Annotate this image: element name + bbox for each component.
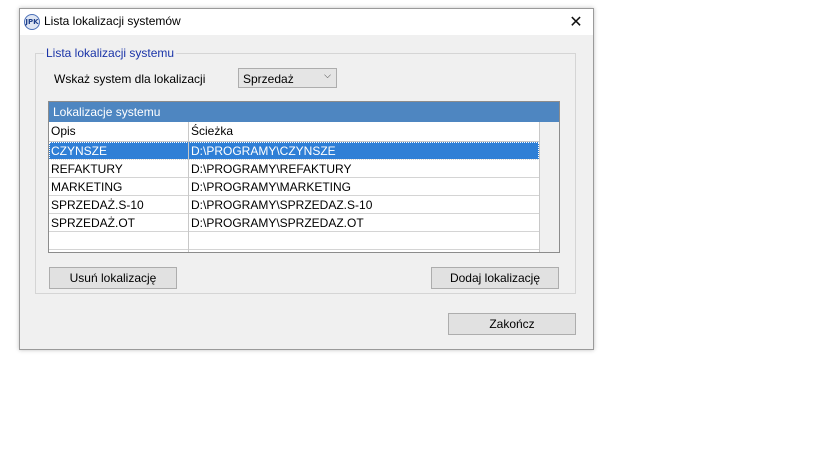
panel-title: Lokalizacje systemu (53, 105, 161, 119)
groupbox-legend: Lista lokalizacji systemu (44, 46, 177, 60)
add-location-button[interactable]: Dodaj lokalizację (431, 267, 559, 289)
vertical-scrollbar[interactable] (539, 122, 559, 252)
remove-location-button[interactable]: Usuń lokalizację (49, 267, 177, 289)
table-row[interactable]: CZYNSZE D:\PROGRAMY\CZYNSZE (49, 142, 539, 160)
cell-description: REFAKTURY (51, 162, 123, 176)
column-header-description[interactable]: Opis (49, 122, 187, 140)
cell-description (49, 232, 187, 250)
app-logo-icon: JPK (24, 14, 40, 30)
cell-description: CZYNSZE (51, 144, 108, 158)
column-divider (188, 122, 189, 252)
locations-panel: Lokalizacje systemu Opis Ścieżka CZYNSZE… (48, 101, 560, 253)
finish-button[interactable]: Zakończ (448, 313, 576, 335)
locations-grid[interactable]: Opis Ścieżka CZYNSZE D:\PROGRAMY\CZYNSZE R… (49, 122, 539, 252)
system-select-label: Wskaż system dla lokalizacji (54, 72, 206, 86)
grid-header-row: Opis Ścieżka (49, 122, 539, 142)
table-row[interactable]: SPRZEDAŻ.OT D:\PROGRAMY\SPRZEDAZ.OT (49, 214, 539, 232)
cell-path (189, 232, 536, 250)
dialog-window: JPK Lista lokalizacji systemów ✕ Lista l… (19, 8, 594, 350)
title-bar[interactable]: JPK Lista lokalizacji systemów ✕ (20, 9, 593, 35)
close-icon[interactable]: ✕ (559, 9, 593, 35)
system-select[interactable]: Sprzedaż ⌵ (238, 68, 337, 88)
cell-path: D:\PROGRAMY\CZYNSZE (191, 144, 336, 158)
cell-path: D:\PROGRAMY\SPRZEDAZ.OT (191, 216, 364, 230)
cell-description: SPRZEDAŻ.S-10 (51, 198, 144, 212)
chevron-down-icon: ⌵ (324, 71, 331, 81)
cell-path: D:\PROGRAMY\REFAKTURY (191, 162, 352, 176)
cell-path: D:\PROGRAMY\SPRZEDAZ.S-10 (191, 198, 373, 212)
table-row[interactable]: MARKETING D:\PROGRAMY\MARKETING (49, 178, 539, 196)
table-row[interactable] (49, 232, 539, 250)
cell-description: MARKETING (51, 180, 123, 194)
table-row[interactable]: REFAKTURY D:\PROGRAMY\REFAKTURY (49, 160, 539, 178)
column-header-path[interactable]: Ścieżka (189, 122, 536, 140)
cell-description: SPRZEDAŻ.OT (51, 216, 136, 230)
system-select-value: Sprzedaż (243, 72, 294, 86)
table-row[interactable]: SPRZEDAŻ.S-10 D:\PROGRAMY\SPRZEDAZ.S-10 (49, 196, 539, 214)
cell-path: D:\PROGRAMY\MARKETING (191, 180, 352, 194)
panel-header: Lokalizacje systemu (49, 102, 559, 122)
window-title: Lista lokalizacji systemów (44, 14, 181, 28)
